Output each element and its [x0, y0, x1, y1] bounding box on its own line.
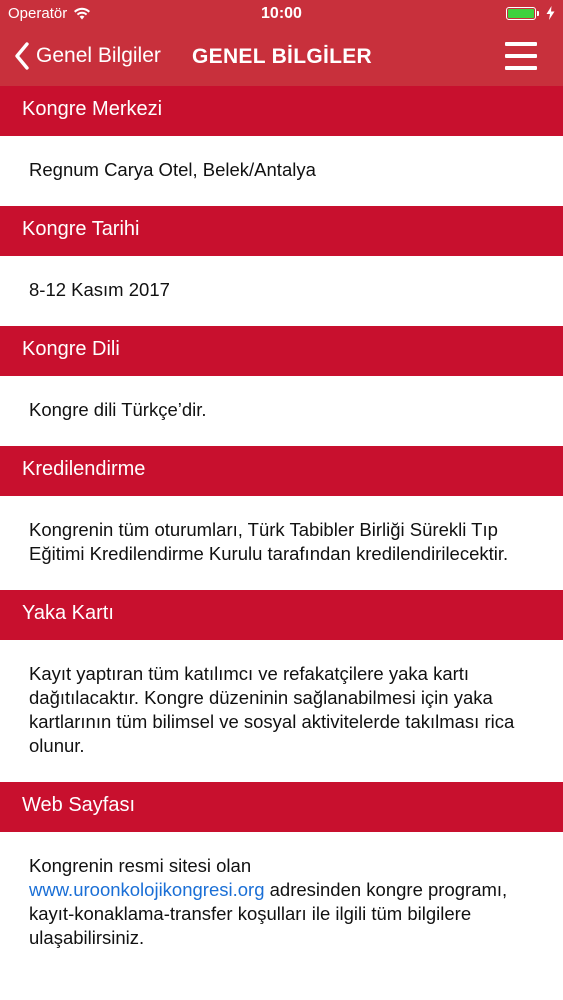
website-link[interactable]: www.uroonkolojikongresi.org [29, 879, 264, 900]
status-right [506, 6, 555, 20]
section-header-yaka-karti: Yaka Kartı [0, 590, 563, 640]
section-header-kredilendirme: Kredilendirme [0, 446, 563, 496]
battery-fill [508, 8, 534, 18]
section-header-kongre-dili: Kongre Dili [0, 326, 563, 376]
section-body-kongre-merkezi: Regnum Carya Otel, Belek/Antalya [0, 136, 563, 206]
section-body-yaka-karti: Kayıt yaptıran tüm katılımcı ve refakatç… [0, 640, 563, 782]
section-body-kredilendirme: Kongrenin tüm oturumları, Türk Tabibler … [0, 496, 563, 590]
web-text-before: Kongrenin resmi sitesi olan [29, 855, 252, 876]
info-list: Kongre Merkezi Regnum Carya Otel, Belek/… [0, 86, 563, 974]
status-time: 10:00 [261, 5, 302, 22]
back-button-label: Genel Bilgiler [36, 44, 161, 67]
navigation-bar: Genel Bilgiler GENEL BİLGİLER [0, 30, 563, 86]
section-body-web-sayfasi: Kongrenin resmi sitesi olan www.uroonkolo… [0, 832, 563, 974]
section-header-kongre-tarihi: Kongre Tarihi [0, 206, 563, 256]
back-button[interactable]: Genel Bilgiler [14, 42, 161, 70]
section-body-kongre-dili: Kongre dili Türkçe’dir. [0, 376, 563, 446]
bolt-icon [546, 6, 555, 20]
status-bar: Operatör 10:00 [0, 0, 563, 30]
battery-icon [506, 6, 539, 20]
page-title: GENEL BİLGİLER [192, 45, 372, 68]
section-body-kongre-tarihi: 8-12 Kasım 2017 [0, 256, 563, 326]
section-header-web-sayfasi: Web Sayfası [0, 782, 563, 832]
section-header-kongre-merkezi: Kongre Merkezi [0, 86, 563, 136]
hamburger-menu-icon[interactable] [505, 42, 537, 72]
chevron-left-icon [15, 42, 29, 70]
